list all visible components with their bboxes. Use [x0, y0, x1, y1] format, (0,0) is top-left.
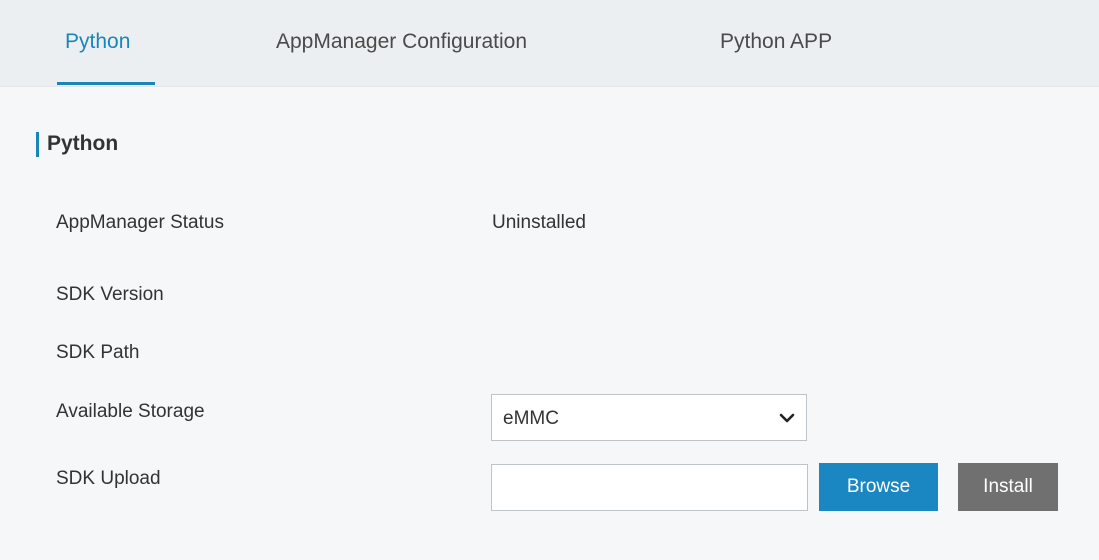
tab-appmanager-configuration[interactable]: AppManager Configuration [276, 30, 527, 54]
appmanager-status-label: AppManager Status [56, 212, 224, 233]
available-storage-selected-value: eMMC [503, 408, 559, 429]
sdk-path-label: SDK Path [56, 342, 140, 363]
tab-python[interactable]: Python [65, 30, 130, 54]
section-accent-bar [36, 132, 39, 157]
available-storage-select[interactable]: eMMC [491, 394, 807, 441]
section-title: Python [47, 132, 119, 155]
tab-bar: Python AppManager Configuration Python A… [0, 0, 1099, 87]
available-storage-label: Available Storage [56, 401, 205, 422]
browse-button[interactable]: Browse [819, 463, 938, 511]
tab-python-app[interactable]: Python APP [720, 30, 832, 54]
chevron-down-icon [779, 413, 795, 423]
install-button[interactable]: Install [958, 463, 1058, 511]
sdk-version-label: SDK Version [56, 284, 164, 305]
sdk-upload-label: SDK Upload [56, 468, 161, 489]
sdk-upload-file-input[interactable] [491, 464, 808, 511]
appmanager-status-value: Uninstalled [492, 212, 586, 233]
active-tab-indicator [57, 82, 155, 85]
